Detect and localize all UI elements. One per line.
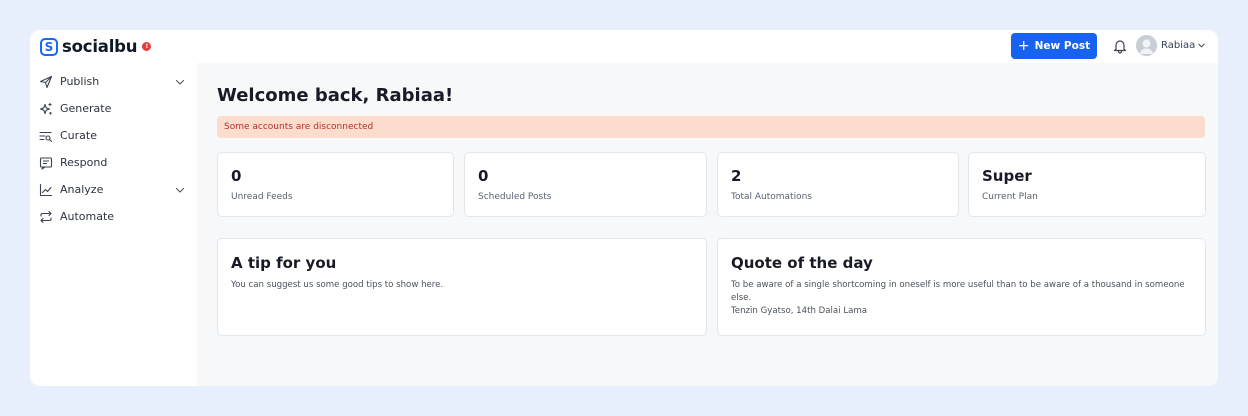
logo[interactable]: S socialbu ! [40,37,152,56]
chevron-down-icon[interactable] [175,185,185,195]
sidebar-item-label: Analyze [60,183,104,196]
sidebar-item-label: Automate [60,210,115,223]
plus-icon: + [1017,38,1030,54]
logo-text: socialbu [62,37,138,56]
avatar[interactable] [1136,35,1157,56]
stat-card-total-automations[interactable]: 2 Total Automations [717,152,959,217]
sidebar-item-label: Publish [60,75,100,88]
chevron-down-icon[interactable] [1197,41,1206,50]
sidebar-item-label: Curate [60,129,97,142]
chevron-down-icon[interactable] [175,77,185,87]
page-title: Welcome back, Rabiaa! [217,85,454,106]
stat-value: 2 [731,167,742,185]
quote-title: Quote of the day [731,254,873,272]
tip-text: You can suggest us some good tips to sho… [231,280,444,290]
sidebar-nav: Publish Generate Curate Respond Analyze … [39,68,189,230]
repeat-icon [39,210,53,224]
send-icon [39,75,53,89]
sidebar-item-generate[interactable]: Generate [39,95,189,122]
line-chart-icon [39,183,53,197]
message-icon [39,156,53,170]
quote-text: To be aware of a single shortcoming in o… [731,280,1185,303]
new-post-button[interactable]: + New Post [1011,33,1097,59]
sidebar-item-label: Respond [60,156,108,169]
stat-value: 0 [231,167,242,185]
sidebar-item-automate[interactable]: Automate [39,203,189,230]
sidebar-item-respond[interactable]: Respond [39,149,189,176]
tip-title: A tip for you [231,254,337,272]
stat-value: 0 [478,167,489,185]
disconnected-alert[interactable]: Some accounts are disconnected [217,116,1205,138]
sparkles-icon [39,102,53,116]
stat-card-unread-feeds[interactable]: 0 Unread Feeds [217,152,454,217]
logo-icon: S [40,37,58,56]
stat-label: Scheduled Posts [478,192,552,202]
top-bar: S socialbu ! + New Post Rabiaa [30,30,1218,63]
main-content: Welcome back, Rabiaa! Some accounts are … [197,63,1218,386]
sidebar-item-curate[interactable]: Curate [39,122,189,149]
list-search-icon [39,129,53,143]
stat-card-current-plan[interactable]: Super Current Plan [968,152,1206,217]
stat-label: Total Automations [731,192,812,202]
new-post-label: New Post [1034,40,1091,52]
stat-label: Current Plan [982,192,1038,202]
notification-badge[interactable]: ! [142,42,152,51]
tip-card: A tip for you You can suggest us some go… [217,238,707,336]
sidebar-item-publish[interactable]: Publish [39,68,189,95]
sidebar-item-label: Generate [60,102,112,115]
stat-label: Unread Feeds [231,192,293,202]
stat-card-scheduled-posts[interactable]: 0 Scheduled Posts [464,152,707,217]
alert-text: Some accounts are disconnected [224,122,374,132]
sidebar-item-analyze[interactable]: Analyze [39,176,189,203]
app-window: S socialbu ! + New Post Rabiaa Publish G… [30,30,1218,386]
quote-card: Quote of the day To be aware of a single… [717,238,1206,336]
user-menu-name[interactable]: Rabiaa [1161,40,1195,51]
quote-body: To be aware of a single shortcoming in o… [731,279,1185,318]
quote-author: Tenzin Gyatso, 14th Dalai Lama [731,306,868,316]
stat-value: Super [982,167,1032,185]
bell-icon[interactable] [1113,38,1127,54]
